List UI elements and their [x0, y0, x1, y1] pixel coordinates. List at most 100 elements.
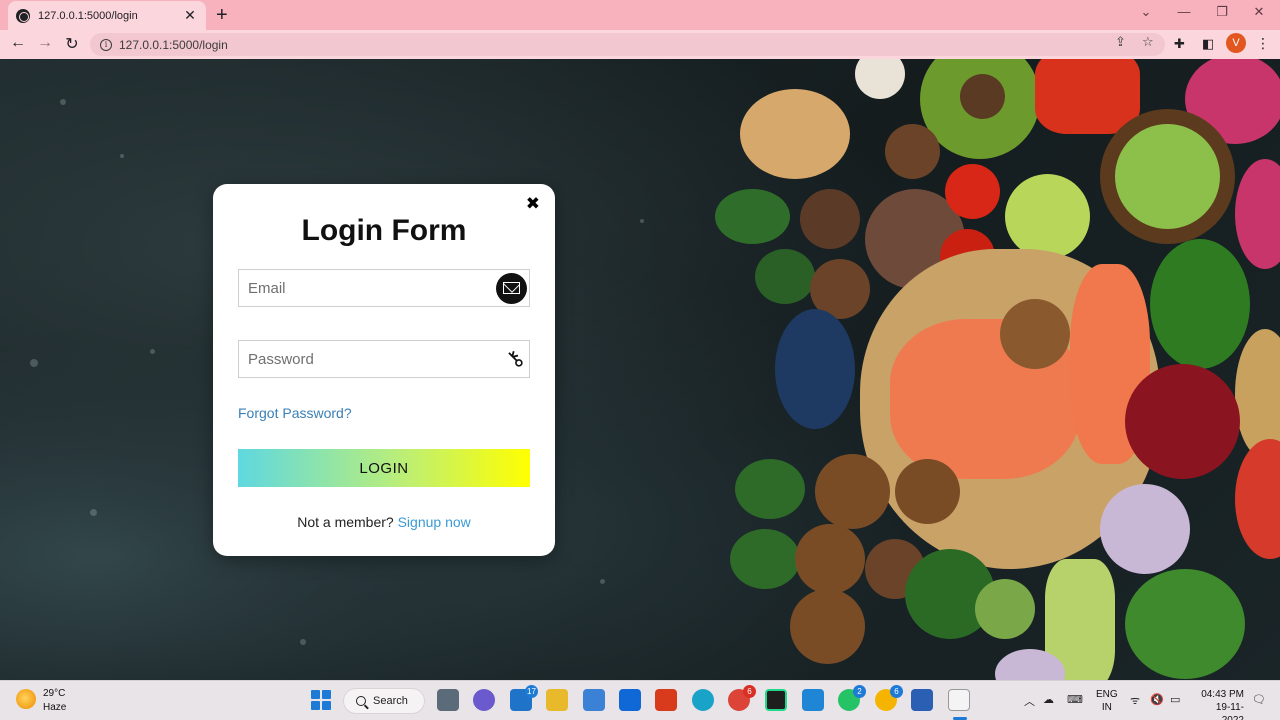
search-label: Search [373, 695, 408, 707]
mail-icon[interactable]: 17 [510, 685, 538, 711]
profile-avatar[interactable]: V [1226, 33, 1246, 53]
wifi-icon[interactable]: ᯤ [1130, 693, 1140, 708]
chrome-icon[interactable]: 6 [728, 685, 756, 711]
mushroom-2 [800, 189, 860, 249]
background-speck [90, 509, 97, 516]
forgot-password-link[interactable]: Forgot Password? [238, 405, 352, 421]
forward-arrow-icon[interactable]: → [35, 34, 55, 52]
background-speck [150, 349, 155, 354]
lang-bottom: IN [1101, 702, 1112, 713]
radish-2 [1235, 159, 1280, 269]
walnut-4 [795, 524, 865, 594]
pycharm-icon[interactable] [765, 689, 787, 711]
side-panel-icon[interactable]: ◧ [1202, 36, 1214, 52]
clock-date: 19-11-2022 [1215, 702, 1244, 720]
minimize-icon[interactable]: — [1173, 4, 1195, 19]
spinach-leaf-4 [730, 529, 800, 589]
task-view-icon[interactable] [437, 689, 459, 711]
lang-top: ENG [1096, 689, 1118, 700]
key-icon: ⚷ [500, 344, 530, 374]
volume-muted-icon[interactable]: 🔇 [1150, 693, 1164, 706]
background-speck [600, 579, 605, 584]
weather-haze-icon[interactable] [16, 689, 36, 709]
password-field[interactable]: ⚷ [238, 340, 530, 378]
red-apple [1125, 364, 1240, 479]
signup-link[interactable]: Signup now [398, 514, 471, 530]
maximize-icon[interactable]: ❐ [1211, 4, 1233, 20]
search-icon [356, 696, 366, 706]
garlic [855, 59, 905, 99]
spinach-leaf [715, 189, 790, 244]
close-icon[interactable]: ✖ [526, 194, 540, 214]
whatsapp-badge: 2 [853, 685, 866, 698]
vscode-icon[interactable] [802, 689, 824, 711]
taskbar-search-button[interactable]: Search [343, 688, 425, 714]
back-arrow-icon[interactable]: ← [8, 34, 28, 52]
background-speck [60, 99, 66, 105]
new-tab-icon[interactable]: + [216, 4, 228, 27]
notifications-icon[interactable]: 🗨 [1252, 693, 1266, 706]
email-field[interactable] [238, 269, 530, 307]
site-info-icon[interactable]: i [100, 38, 112, 51]
grapefruit [1235, 439, 1280, 559]
background-speck [640, 219, 644, 223]
broccoli [1150, 239, 1250, 369]
login-button[interactable]: LOGIN [238, 449, 530, 487]
mail-badge: 17 [525, 685, 538, 698]
background-speck [120, 154, 124, 158]
envelope-icon [496, 272, 527, 304]
brussels-sprouts [1115, 124, 1220, 229]
background-speck [300, 639, 306, 645]
edge-icon[interactable] [692, 689, 714, 711]
dropbox-icon[interactable] [619, 689, 641, 711]
peanuts [740, 89, 850, 179]
weather-condition[interactable]: Haze [43, 702, 66, 713]
password-input[interactable] [248, 350, 507, 368]
email-input[interactable] [248, 279, 496, 297]
brussels-sprout [975, 579, 1035, 639]
url-text[interactable]: 127.0.0.1:5000/login [119, 38, 228, 52]
login-form-title: Login Form [301, 214, 467, 247]
reload-icon[interactable]: ↻ [62, 34, 82, 54]
red-pepper [1035, 59, 1140, 134]
spinach-leaf-3 [735, 459, 805, 519]
office-icon[interactable] [655, 689, 677, 711]
share-icon[interactable]: ⇪ [1115, 34, 1126, 50]
extensions-puzzle-icon[interactable]: ✚ [1174, 36, 1185, 52]
onedrive-cloud-icon[interactable]: ☁ [1043, 693, 1054, 706]
taskbar: 29°C Haze Search 17 6 2 6 ︿ ☁ ⌨ ENG IN ᯤ… [0, 680, 1280, 720]
show-hidden-icons-chevron-icon[interactable]: ︿ [1024, 693, 1035, 709]
bookmark-star-icon[interactable]: ☆ [1142, 34, 1154, 50]
walnut [1000, 299, 1070, 369]
file-explorer-icon[interactable] [546, 689, 568, 711]
page-background: ✖ Login Form ⚷ Forgot Password? LOGIN No… [0, 59, 1280, 680]
menu-kebab-icon[interactable]: ⋮ [1256, 35, 1270, 52]
system-clock[interactable]: 04:43 PM 19-11-2022 [1196, 688, 1244, 720]
browser-tab[interactable]: 127.0.0.1:5000/login ✕ [8, 1, 206, 30]
spinach-leaf-2 [755, 249, 815, 304]
background-speck [30, 359, 38, 367]
browser-tab-strip: 127.0.0.1:5000/login ✕ + ⌄ — ❐ ✕ [0, 0, 1280, 30]
input-language-indicator[interactable]: ENG IN [1096, 688, 1118, 714]
microsoft-store-icon[interactable] [583, 689, 605, 711]
word-icon[interactable] [911, 689, 933, 711]
clock-time: 04:43 PM [1201, 689, 1244, 700]
window-close-icon[interactable]: ✕ [1248, 4, 1270, 20]
teams-chat-icon[interactable] [473, 689, 495, 711]
windows-start-icon[interactable] [311, 690, 331, 710]
address-bar[interactable]: i 127.0.0.1:5000/login [90, 33, 1165, 56]
weather-temperature[interactable]: 29°C [43, 688, 65, 699]
whatsapp-icon[interactable]: 2 [838, 685, 866, 711]
signup-prompt: Not a member? [297, 514, 394, 530]
login-card: ✖ Login Form ⚷ Forgot Password? LOGIN No… [213, 184, 555, 556]
red-onion [1100, 484, 1190, 574]
tab-close-icon[interactable]: ✕ [182, 7, 198, 24]
lime [1005, 174, 1090, 259]
chrome-profile-icon[interactable]: 6 [875, 685, 903, 711]
tab-title: 127.0.0.1:5000/login [38, 9, 138, 22]
keyboard-icon[interactable]: ⌨ [1067, 693, 1083, 706]
battery-icon[interactable]: ▭ [1170, 693, 1180, 706]
globe-icon [16, 8, 30, 23]
snipping-tool-icon[interactable] [948, 689, 970, 711]
tab-search-chevron-icon[interactable]: ⌄ [1135, 4, 1157, 20]
